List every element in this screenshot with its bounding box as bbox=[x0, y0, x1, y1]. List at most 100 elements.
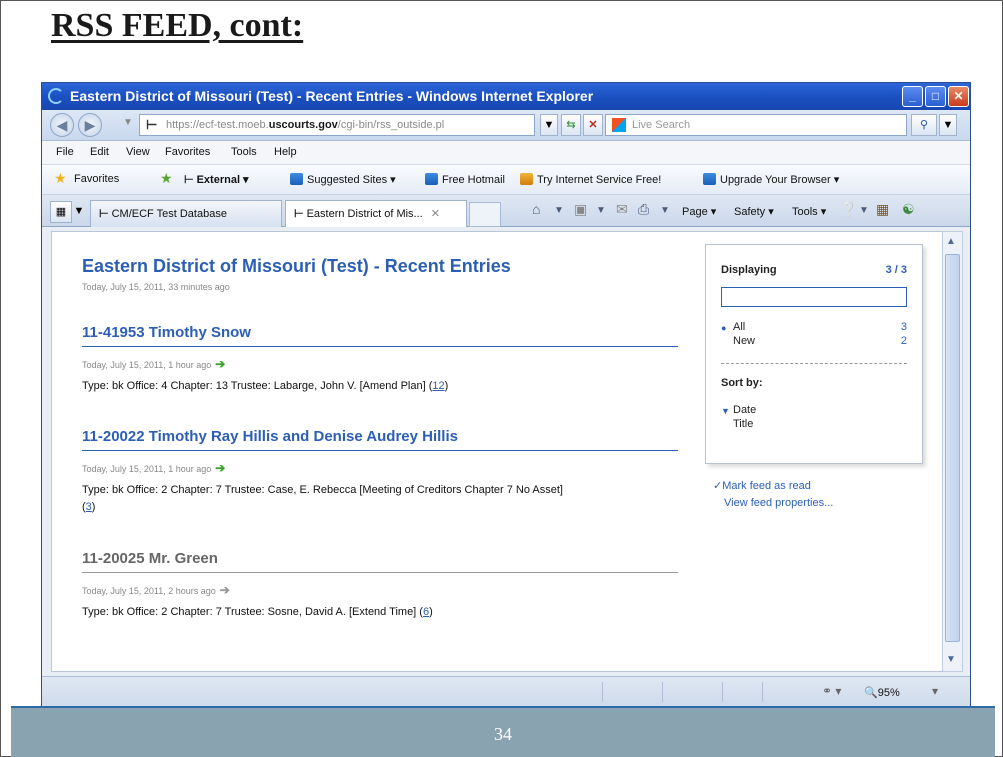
selected-bullet-icon: ● bbox=[721, 323, 727, 333]
entry-description: Type: bk Office: 2 Chapter: 7 Trustee: S… bbox=[82, 606, 433, 618]
menu-bar: File Edit View Favorites Tools Help bbox=[42, 141, 970, 165]
security-zone-icon[interactable]: ⚭ ▾ bbox=[822, 684, 841, 698]
tab-list-dropdown-icon[interactable]: ▼ bbox=[72, 201, 86, 223]
home-icon[interactable]: ⌂ bbox=[532, 201, 540, 217]
ie-page-icon bbox=[703, 173, 716, 185]
entry-title[interactable]: 11-20025 Mr. Green bbox=[82, 550, 218, 567]
entry-title[interactable]: 11-41953 Timothy Snow bbox=[82, 324, 251, 341]
messenger-icon[interactable]: ☯ bbox=[902, 201, 915, 218]
favorites-button[interactable]: Favorites bbox=[74, 173, 119, 185]
scroll-up-icon[interactable]: ▲ bbox=[946, 236, 956, 247]
sort-by-label: Sort by: bbox=[721, 377, 763, 389]
menu-favorites[interactable]: Favorites bbox=[165, 146, 210, 158]
entry-arrow-icon[interactable]: ➔ bbox=[215, 461, 225, 475]
favorite-try-isp[interactable]: Try Internet Service Free! bbox=[520, 173, 661, 186]
checkmark-icon: ✓ bbox=[713, 480, 723, 492]
browser-window: Eastern District of Missouri (Test) - Re… bbox=[41, 82, 971, 708]
favorite-suggested-sites[interactable]: Suggested Sites ▾ bbox=[290, 173, 396, 186]
url-input[interactable]: ⊢ https://ecf-test.moeb.uscourts.gov/cgi… bbox=[139, 114, 535, 136]
entry-title[interactable]: 11-20022 Timothy Ray Hillis and Denise A… bbox=[82, 428, 458, 445]
feed-title[interactable]: Eastern District of Missouri (Test) - Re… bbox=[82, 256, 511, 277]
back-button[interactable]: ◀ bbox=[50, 113, 74, 137]
favorites-bar: ★ Favorites ★ ⊢ External ▾ Suggested Site… bbox=[42, 165, 970, 195]
help-dropdown-icon[interactable]: ▼ bbox=[859, 205, 869, 216]
court-seal-icon: ⊢ bbox=[146, 117, 158, 132]
url-dropdown-icon[interactable]: ▼ bbox=[540, 114, 558, 136]
search-options-icon[interactable]: ▼ bbox=[939, 114, 957, 136]
menu-view[interactable]: View bbox=[126, 146, 150, 158]
read-mail-icon[interactable]: ✉ bbox=[616, 201, 628, 218]
history-dropdown-icon[interactable]: ▼ bbox=[123, 117, 133, 128]
feeds-icon[interactable]: ▣ bbox=[574, 201, 587, 218]
scrollbar-thumb[interactable] bbox=[945, 254, 960, 642]
print-dropdown-icon[interactable]: ▼ bbox=[660, 205, 670, 216]
tab-eastern-district[interactable]: ⊢ Eastern District of Mis... ✕ bbox=[285, 200, 467, 227]
favorite-upgrade-browser[interactable]: Upgrade Your Browser ▾ bbox=[703, 173, 839, 186]
zoom-dropdown-icon[interactable]: ▾ bbox=[932, 684, 938, 698]
favorite-external[interactable]: ⊢ External ▾ bbox=[184, 173, 249, 186]
menu-help[interactable]: Help bbox=[274, 146, 297, 158]
add-favorite-icon[interactable]: ★ bbox=[160, 170, 173, 187]
new-tab-button[interactable] bbox=[469, 202, 501, 227]
feeds-dropdown-icon[interactable]: ▼ bbox=[596, 205, 606, 216]
minimize-button[interactable]: _ bbox=[902, 86, 923, 107]
sort-date[interactable]: Date bbox=[733, 404, 756, 416]
stop-icon[interactable]: ✕ bbox=[583, 114, 603, 136]
court-seal-icon: ⊢ bbox=[99, 208, 109, 220]
home-dropdown-icon[interactable]: ▼ bbox=[554, 205, 564, 216]
scroll-down-icon[interactable]: ▼ bbox=[946, 654, 956, 665]
entry-divider bbox=[82, 346, 678, 347]
print-icon[interactable]: ⎙ bbox=[638, 201, 649, 218]
feed-content: Eastern District of Missouri (Test) - Re… bbox=[51, 231, 951, 672]
menu-edit[interactable]: Edit bbox=[90, 146, 109, 158]
forward-button[interactable]: ▶ bbox=[78, 113, 102, 137]
slide: RSS FEED, cont: Eastern District of Miss… bbox=[0, 0, 1003, 757]
research-icon[interactable]: ▦ bbox=[876, 201, 889, 218]
zoom-icon: 🔍 bbox=[864, 687, 878, 699]
filter-all[interactable]: All bbox=[733, 321, 745, 333]
feed-filter-panel: Displaying 3 / 3 ● All 3 New 2 Sort by: … bbox=[705, 244, 923, 464]
entry-divider bbox=[82, 572, 678, 573]
live-search-logo-icon bbox=[612, 118, 626, 132]
entry-link[interactable]: 12 bbox=[432, 380, 444, 392]
filter-search-input[interactable] bbox=[721, 287, 907, 307]
search-button-icon[interactable]: ⚲ bbox=[911, 114, 937, 136]
close-button[interactable]: ✕ bbox=[948, 86, 969, 107]
window-title: Eastern District of Missouri (Test) - Re… bbox=[70, 88, 594, 104]
page-menu-button[interactable]: Page ▾ bbox=[682, 205, 716, 218]
maximize-button[interactable]: □ bbox=[925, 86, 946, 107]
tab-bar: ▦ ▼ ⊢ CM/ECF Test Database ⊢ Eastern Distr… bbox=[42, 195, 970, 227]
entry-date: Today, July 15, 2011, 1 hour ago ➔ bbox=[82, 357, 226, 371]
view-feed-properties-link[interactable]: View feed properties... bbox=[724, 497, 833, 509]
entry-description: Type: bk Office: 4 Chapter: 13 Trustee: … bbox=[82, 380, 449, 392]
search-input[interactable]: Live Search bbox=[605, 114, 907, 136]
refresh-icon[interactable]: ⇆ bbox=[561, 114, 581, 136]
tools-menu-button[interactable]: Tools ▾ bbox=[792, 205, 826, 218]
sort-title[interactable]: Title bbox=[733, 418, 753, 430]
tab-close-icon[interactable]: ✕ bbox=[431, 208, 440, 220]
mark-feed-read-link[interactable]: ✓Mark feed as read bbox=[713, 479, 811, 492]
zoom-level[interactable]: 🔍95% bbox=[864, 686, 900, 699]
panel-divider bbox=[721, 363, 907, 364]
filter-new[interactable]: New bbox=[733, 335, 755, 347]
entry-arrow-icon[interactable]: ➔ bbox=[220, 583, 230, 597]
help-icon[interactable]: ❔ bbox=[840, 201, 857, 218]
title-bar: Eastern District of Missouri (Test) - Re… bbox=[42, 83, 970, 110]
safety-menu-button[interactable]: Safety ▾ bbox=[734, 205, 774, 218]
status-divider bbox=[662, 682, 663, 702]
menu-tools[interactable]: Tools bbox=[231, 146, 257, 158]
search-placeholder: Live Search bbox=[632, 119, 691, 131]
menu-file[interactable]: File bbox=[56, 146, 74, 158]
entry-link[interactable]: 3 bbox=[86, 501, 92, 513]
entry-link[interactable]: 6 bbox=[423, 606, 429, 618]
favorite-free-hotmail[interactable]: Free Hotmail bbox=[425, 173, 505, 186]
status-divider bbox=[722, 682, 723, 702]
ie-page-icon bbox=[425, 173, 438, 185]
entry-description: Type: bk Office: 2 Chapter: 7 Trustee: C… bbox=[82, 484, 563, 513]
entry-arrow-icon[interactable]: ➔ bbox=[215, 357, 225, 371]
slide-title: RSS FEED, cont: bbox=[51, 7, 304, 44]
vertical-scrollbar[interactable]: ▲ ▼ bbox=[942, 231, 963, 672]
quick-tabs-icon[interactable]: ▦ bbox=[50, 201, 72, 223]
displaying-label: Displaying bbox=[721, 264, 777, 276]
tab-cmecf-test-database[interactable]: ⊢ CM/ECF Test Database bbox=[90, 200, 282, 227]
